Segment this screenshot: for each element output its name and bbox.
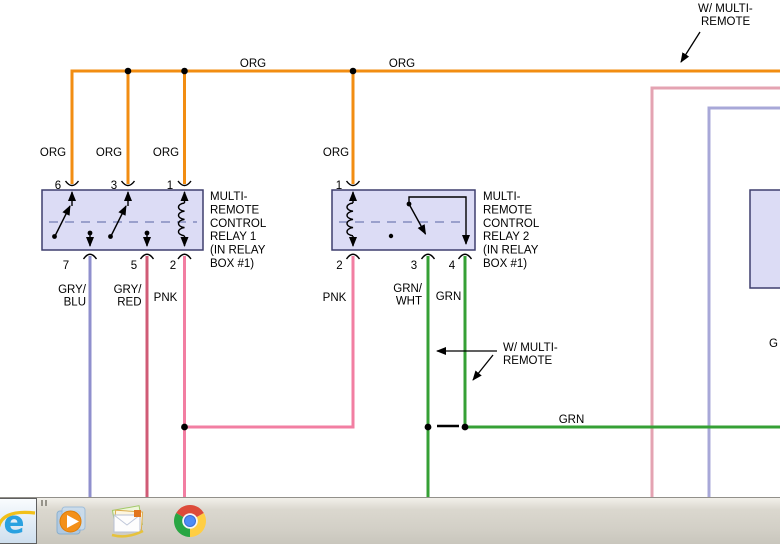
quick-launch-grip[interactable] xyxy=(41,500,43,506)
pink-option-wire xyxy=(650,86,780,497)
relay1-box xyxy=(41,189,204,251)
annotation-line: REMOTE xyxy=(701,16,751,28)
pink-option-wires xyxy=(650,86,780,497)
wire-label: ORG xyxy=(153,147,179,159)
wire-label: ORG xyxy=(96,147,122,159)
annotation-arrows xyxy=(436,31,701,381)
pin-number: 2 xyxy=(336,260,342,272)
wire-label: PNK xyxy=(323,292,347,304)
wire-label: ORG xyxy=(240,58,266,70)
pin-number: 4 xyxy=(449,260,456,272)
pin-number: 7 xyxy=(63,260,69,272)
wire-label-partial: G xyxy=(769,338,778,350)
taskbar-button-internet-explorer[interactable]: e xyxy=(0,498,37,544)
partial-relay-box xyxy=(749,189,780,289)
wiring-diagram: ORG ORG ORG ORG ORG ORG 6 3 1 7 5 2 1 2 … xyxy=(40,3,780,497)
wire-label: ORG xyxy=(40,147,66,159)
relay2-label-line: REMOTE xyxy=(483,204,533,216)
taskbar-button-chrome[interactable] xyxy=(170,501,210,546)
relay2-label-line: MULTI- xyxy=(483,191,521,203)
wire-label: ORG xyxy=(389,58,415,70)
org-label-group: ORG ORG ORG ORG ORG ORG xyxy=(40,58,415,159)
relay1-label: MULTI- REMOTE CONTROL RELAY 1 (IN RELAY … xyxy=(210,191,267,270)
relay1-label-line: REMOTE xyxy=(210,204,260,216)
pin-number: 3 xyxy=(411,260,417,272)
pin-number: 1 xyxy=(167,180,173,192)
wire-label: ORG xyxy=(323,147,349,159)
junction-dot xyxy=(349,67,357,75)
chrome-icon xyxy=(173,504,207,537)
annotation-texts: W/ MULTI- REMOTE W/ MULTI- REMOTE xyxy=(503,3,753,367)
pnk-branch-wire xyxy=(184,256,355,429)
windows-media-player-icon xyxy=(56,506,86,535)
taskbar-button-mail[interactable] xyxy=(107,502,147,545)
wire-label: GRY/ xyxy=(58,284,87,296)
relay2-label-line: BOX #1) xyxy=(483,258,527,270)
relay1-label-line: (IN RELAY xyxy=(210,245,266,257)
annotation-line: W/ MULTI- xyxy=(698,3,753,15)
wire-label: PNK xyxy=(154,292,178,304)
junction-dot xyxy=(181,423,188,431)
violet-option-wire xyxy=(707,106,780,497)
relay2-label-line: (IN RELAY xyxy=(483,245,539,257)
relay2-label: MULTI- REMOTE CONTROL RELAY 2 (IN RELAY … xyxy=(483,191,540,270)
relay1-label-line: MULTI- xyxy=(210,191,248,203)
violet-option-wires xyxy=(707,106,780,497)
wire-label: RED xyxy=(117,297,141,309)
taskbar: e xyxy=(0,497,780,544)
relay1-label-line: CONTROL xyxy=(210,218,267,230)
svg-text:e: e xyxy=(3,505,24,539)
relay2-label-line: CONTROL xyxy=(483,218,540,230)
relay2-label-line: RELAY 2 xyxy=(483,231,529,243)
quick-launch-grip[interactable] xyxy=(45,500,47,506)
pin-number: 5 xyxy=(131,260,137,272)
annotation-line: W/ MULTI- xyxy=(503,342,558,354)
desktop-screen: { "diagram": { "colors": { "org": "#f28d… xyxy=(0,0,780,544)
junction-dot xyxy=(424,423,432,431)
relay1-label-line: BOX #1) xyxy=(210,258,254,270)
wire-label: WHT xyxy=(396,296,422,308)
relay1-label-line: RELAY 1 xyxy=(210,231,256,243)
internet-explorer-icon: e xyxy=(0,505,36,539)
wire-label: GRN xyxy=(436,291,462,303)
pin-number: 3 xyxy=(111,180,117,192)
wire-label: GRY/ xyxy=(114,284,143,296)
wire-label: GRN xyxy=(559,414,585,426)
pin-number: 1 xyxy=(336,180,342,192)
pin-number: 6 xyxy=(55,180,61,192)
wire-label: BLU xyxy=(64,297,86,309)
mail-icon xyxy=(111,505,144,538)
pin-number: 2 xyxy=(170,260,176,272)
grn-wires xyxy=(426,256,780,497)
wire-color-labels: GRY/ BLU GRY/ RED PNK PNK GRN/ WHT GRN G… xyxy=(58,283,778,426)
junction-dot xyxy=(124,67,132,75)
annotation-line: REMOTE xyxy=(503,355,553,367)
junction-dot xyxy=(461,423,469,431)
junction-dot xyxy=(181,67,188,75)
wire-label: GRN/ xyxy=(393,283,423,295)
taskbar-button-windows-media-player[interactable] xyxy=(52,503,89,545)
